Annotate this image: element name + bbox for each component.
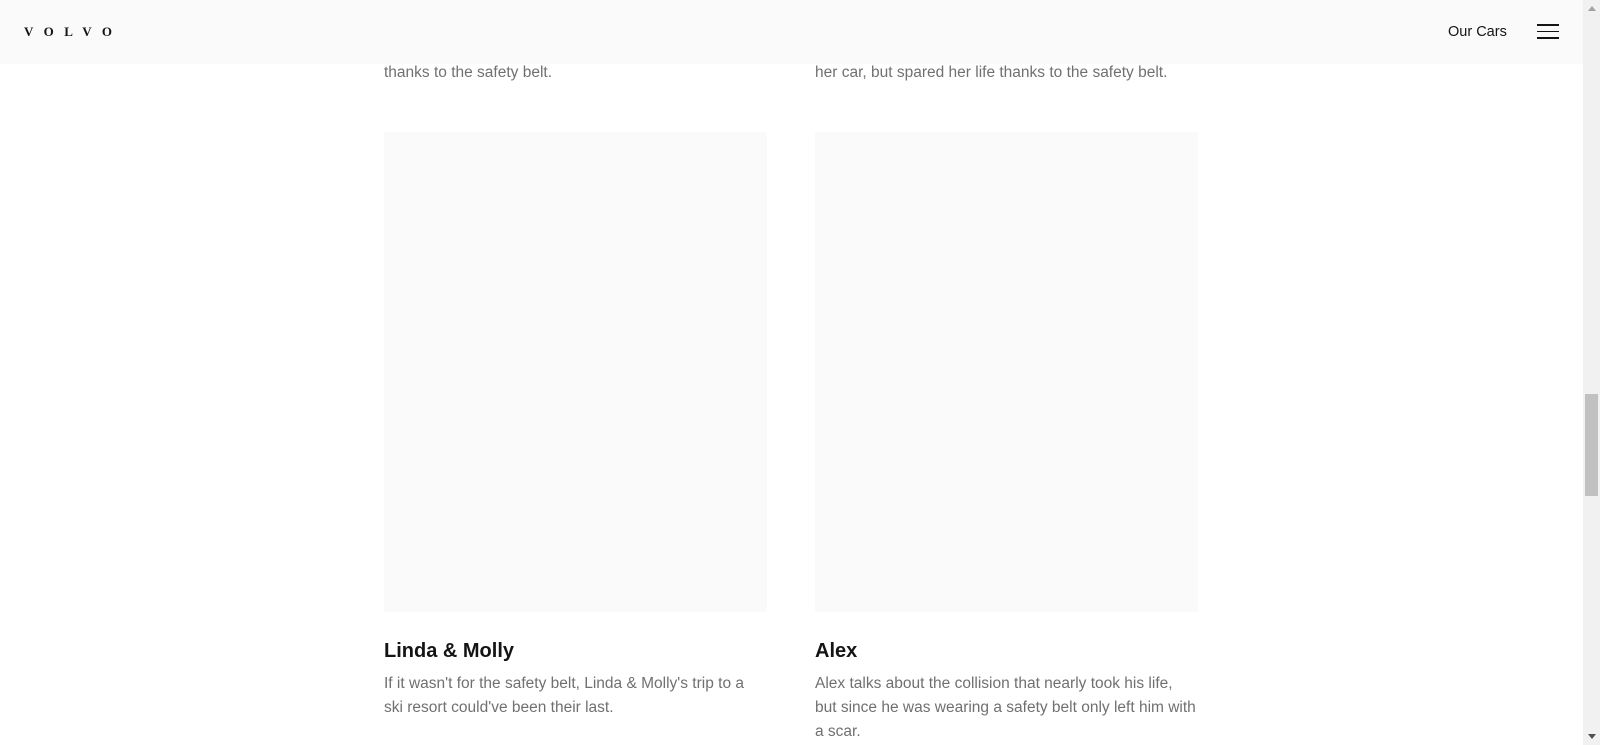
scroll-down-arrow-icon[interactable] bbox=[1583, 728, 1600, 745]
vertical-scrollbar[interactable] bbox=[1583, 0, 1600, 745]
story-image-alex[interactable] bbox=[815, 132, 1198, 612]
story-image-linda-molly[interactable] bbox=[384, 132, 767, 612]
story-description-prev-right: her car, but spared her life thanks to t… bbox=[815, 64, 1168, 81]
volvo-logo[interactable]: VOLVO bbox=[24, 23, 122, 41]
story-title[interactable]: Alex bbox=[815, 637, 1198, 665]
stories-section: thanks to the safety belt. her car, but … bbox=[0, 0, 1583, 745]
our-cars-link[interactable]: Our Cars bbox=[1448, 22, 1507, 42]
story-description-prev-left: thanks to the safety belt. bbox=[384, 64, 553, 81]
story-description: If it wasn't for the safety belt, Linda … bbox=[384, 675, 744, 716]
scrollbar-thumb[interactable] bbox=[1585, 394, 1598, 496]
site-header: VOLVO Our Cars bbox=[0, 0, 1583, 64]
hamburger-menu-icon[interactable] bbox=[1537, 22, 1559, 40]
story-title[interactable]: Linda & Molly bbox=[384, 637, 767, 665]
story-description: Alex talks about the collision that near… bbox=[815, 675, 1196, 740]
scroll-up-arrow-icon[interactable] bbox=[1583, 0, 1600, 17]
